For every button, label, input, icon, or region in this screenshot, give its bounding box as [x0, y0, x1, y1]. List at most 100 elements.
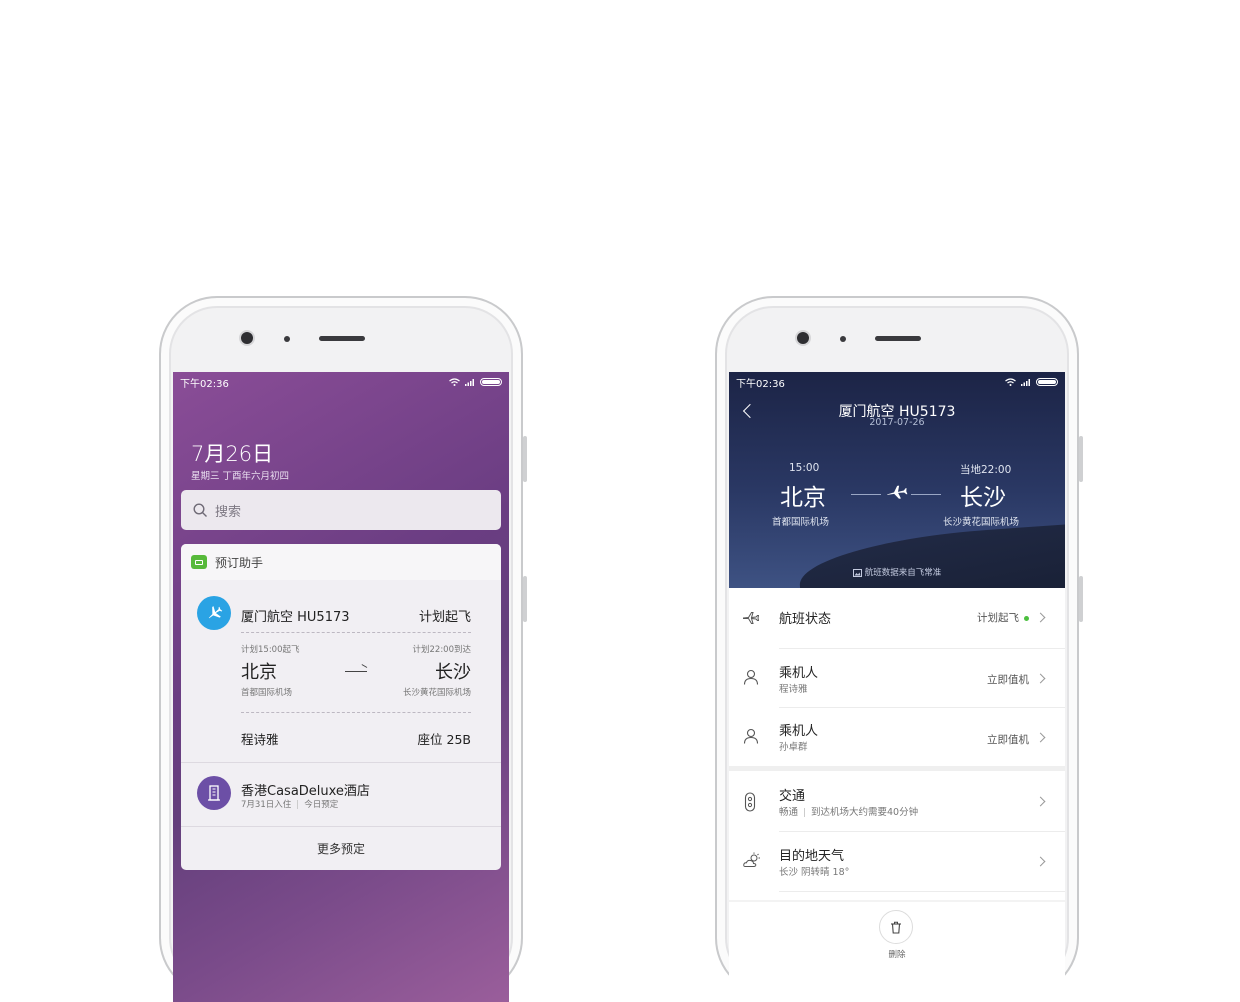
- separator: [297, 800, 299, 809]
- departure-airport: 首都国际机场: [241, 688, 293, 698]
- earpiece-speaker: [875, 336, 921, 341]
- section-gap: [729, 900, 1065, 902]
- status-bar: 下午02:36: [729, 372, 1065, 392]
- passenger-name: 程诗雅: [241, 732, 279, 747]
- proximity-sensor: [840, 336, 846, 342]
- proximity-sensor: [284, 336, 290, 342]
- flight-status-row[interactable]: 航班状态 计划起飞: [729, 588, 1065, 648]
- weather-row[interactable]: 目的地天气 长沙 阴转晴 18°: [729, 831, 1065, 891]
- weather-icon: [743, 852, 760, 867]
- signal-icon: [465, 379, 474, 386]
- screen-flight-detail: 下午02:36 厦门航空 HU5173 2017-07-26 15:00 当地2…: [729, 372, 1065, 1002]
- battery-icon: [480, 378, 502, 386]
- seat-number: 座位 25B: [417, 732, 471, 747]
- flight-header: 下午02:36 厦门航空 HU5173 2017-07-26 15:00 当地2…: [729, 372, 1065, 588]
- hotel-booking-date: 今日预定: [304, 800, 339, 810]
- booking-assistant-card: 预订助手 厦门航空 HU5173 计划起飞 计划15:00起飞 计划22:00到…: [181, 544, 501, 870]
- traffic-eta: 到达机场大约需要40分钟: [811, 807, 919, 818]
- ticket-icon: [191, 555, 207, 569]
- building-icon: [197, 776, 231, 810]
- row-title: 乘机人: [779, 724, 819, 739]
- dashed-divider: [241, 712, 471, 713]
- delete-button[interactable]: [879, 910, 913, 944]
- flight-status: 计划起飞: [418, 610, 471, 625]
- chevron-right-icon: [1035, 856, 1046, 867]
- route-line: [851, 494, 881, 495]
- row-title: 交通: [779, 789, 806, 804]
- signal-icon: [1021, 379, 1030, 386]
- traffic-detail: 畅通 到达机场大约需要40分钟: [779, 804, 918, 818]
- front-camera: [797, 332, 809, 344]
- divider: [181, 762, 501, 763]
- departure-time: 15:00: [789, 462, 820, 474]
- search-input[interactable]: 搜索: [181, 490, 501, 530]
- traffic-row[interactable]: 交通 畅通 到达机场大约需要40分钟: [729, 771, 1065, 831]
- arrival-city: 长沙: [435, 662, 471, 683]
- plane-icon: [743, 612, 759, 624]
- passenger-row[interactable]: 乘机人 孙卓群 立即值机: [729, 707, 1065, 766]
- departure-airport: 首都国际机场: [772, 517, 830, 528]
- status-time: 下午02:36: [736, 378, 785, 390]
- chevron-right-icon: [1035, 612, 1046, 623]
- departure-city: 北京: [241, 662, 277, 683]
- more-bookings-button[interactable]: 更多预定: [181, 840, 501, 857]
- arrival-time: 当地22:00: [960, 464, 1012, 476]
- flight-status-text: 计划起飞: [977, 612, 1019, 624]
- departure-note: 计划15:00起飞: [241, 645, 300, 655]
- image-icon: [852, 568, 862, 577]
- chevron-right-icon: [1035, 673, 1046, 684]
- power-button: [1079, 576, 1083, 622]
- arrival-city: 长沙: [960, 485, 1006, 511]
- chevron-right-icon: [1035, 796, 1046, 807]
- separator: [804, 808, 806, 817]
- trash-icon: [891, 921, 901, 934]
- passenger-row[interactable]: 乘机人 程诗雅 立即值机: [729, 648, 1065, 707]
- flight-booking-item[interactable]: 厦门航空 HU5173 计划起飞 计划15:00起飞 计划22:00到达 北京 …: [181, 580, 501, 762]
- data-source-note: 航班数据来自飞常准: [729, 566, 1065, 578]
- wifi-icon: [449, 378, 460, 386]
- earpiece-speaker: [319, 336, 365, 341]
- status-bar: 下午02:36: [173, 372, 509, 392]
- flight-status-value: 计划起飞: [977, 610, 1029, 625]
- traffic-light-icon: [744, 792, 756, 812]
- status-dot: [1024, 615, 1029, 621]
- divider: [181, 826, 501, 827]
- hotel-title: 香港CasaDeluxe酒店: [241, 784, 370, 799]
- wifi-icon: [1005, 378, 1016, 386]
- search-icon: [193, 502, 207, 517]
- date-title: 7月26日: [191, 442, 274, 466]
- hotel-checkin: 7月31日入住: [241, 800, 292, 810]
- front-camera: [241, 332, 253, 344]
- screen-notification-shade: 下午02:36 7月26日 星期三 丁酉年六月初四 搜索 预订助手 厦门航空 H…: [173, 372, 509, 1002]
- phone-left: 下午02:36 7月26日 星期三 丁酉年六月初四 搜索 预订助手 厦门航空 H…: [159, 296, 527, 1002]
- person-icon: [743, 728, 759, 744]
- phone-right: 下午02:36 厦门航空 HU5173 2017-07-26 15:00 当地2…: [715, 296, 1083, 1002]
- airplane-icon: [887, 485, 908, 499]
- chevron-right-icon: [1035, 732, 1046, 743]
- check-in-link[interactable]: 立即值机: [987, 732, 1029, 747]
- card-title: 预订助手: [215, 555, 264, 570]
- delete-label: 删除: [888, 950, 906, 960]
- passenger-name: 程诗雅: [779, 684, 808, 695]
- airplane-icon: [197, 596, 231, 630]
- power-button: [523, 576, 527, 622]
- flight-date: 2017-07-26: [869, 417, 925, 428]
- volume-button: [523, 436, 527, 482]
- passenger-name: 孙卓群: [779, 742, 808, 753]
- route-line: [911, 494, 941, 495]
- departure-city: 北京: [780, 485, 826, 511]
- traffic-status: 畅通: [779, 807, 799, 818]
- row-title: 乘机人: [779, 666, 819, 681]
- date-subtitle: 星期三 丁酉年六月初四: [191, 471, 290, 482]
- card-header: 预订助手: [181, 544, 501, 580]
- check-in-link[interactable]: 立即值机: [987, 672, 1029, 687]
- arrival-airport: 长沙黄花国际机场: [943, 517, 1020, 528]
- flight-title: 厦门航空 HU5173: [241, 610, 350, 625]
- dashed-divider: [241, 632, 471, 633]
- battery-icon: [1036, 378, 1058, 386]
- arrival-note: 计划22:00到达: [412, 645, 472, 655]
- data-source-text: 航班数据来自飞常准: [864, 568, 942, 578]
- status-time: 下午02:36: [180, 378, 229, 390]
- weather-detail: 长沙 阴转晴 18°: [779, 867, 850, 878]
- arrival-airport: 长沙黄花国际机场: [402, 688, 471, 698]
